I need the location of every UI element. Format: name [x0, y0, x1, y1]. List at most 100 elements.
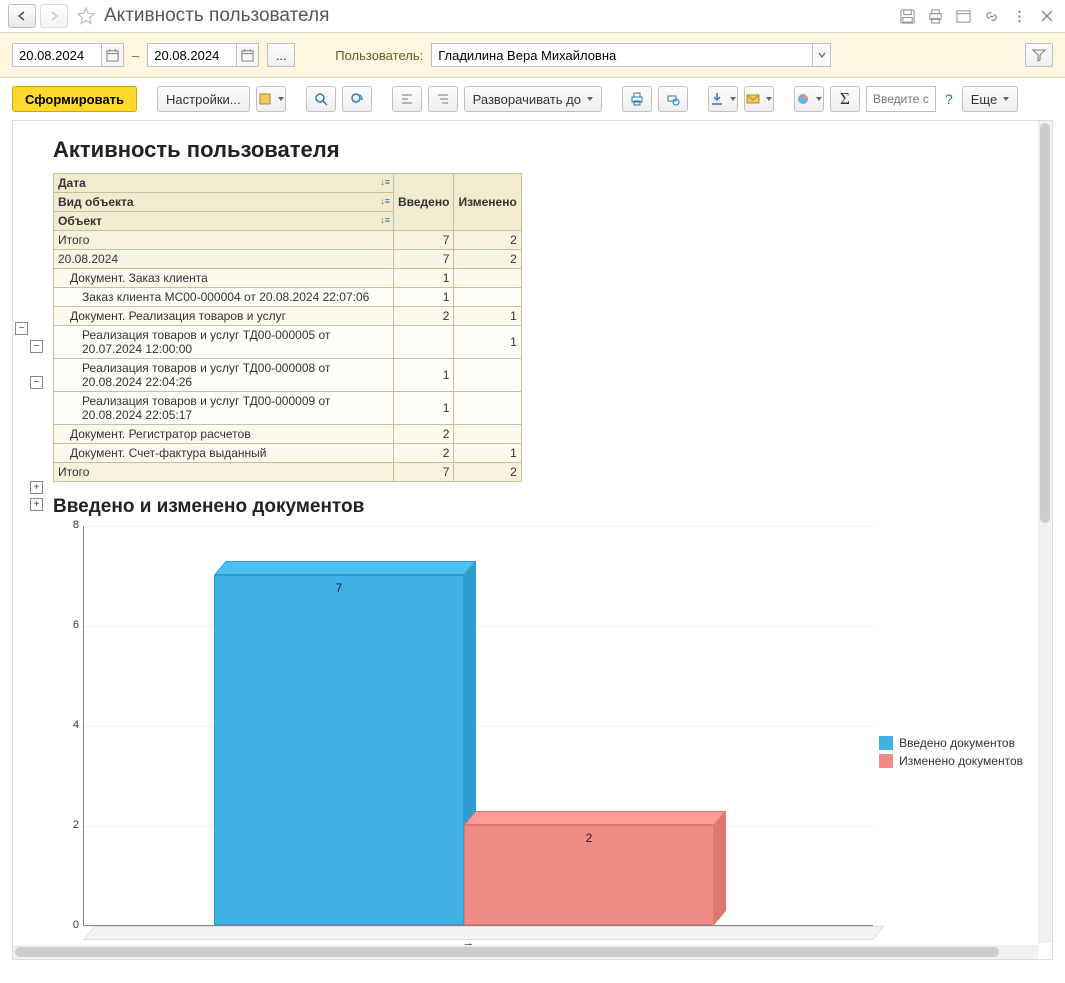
sort-icon: ↓≡ — [380, 196, 390, 206]
print-search-icon — [666, 92, 680, 106]
vertical-scrollbar[interactable] — [1038, 121, 1052, 943]
box-icon — [258, 92, 272, 106]
sort-icon: ↓≡ — [380, 215, 390, 225]
print-preview-button[interactable] — [658, 86, 688, 112]
find-next-button[interactable] — [342, 86, 372, 112]
date-to-input[interactable] — [148, 44, 236, 66]
send-mail-button[interactable] — [744, 86, 774, 112]
close-icon[interactable] — [1037, 6, 1057, 26]
link-icon[interactable] — [981, 6, 1001, 26]
item-row[interactable]: Реализация товаров и услуг ТД00-000005 о… — [54, 326, 522, 359]
calendar-icon[interactable] — [101, 44, 123, 66]
expand-button[interactable] — [428, 86, 458, 112]
period-picker-button[interactable]: ... — [267, 43, 295, 67]
favorite-star-icon[interactable] — [76, 6, 96, 26]
date-from-input[interactable] — [13, 44, 101, 66]
group-row[interactable]: Документ. Счет-фактура выданный21 — [54, 444, 522, 463]
y-tick-label: 8 — [64, 519, 79, 531]
more-vert-icon[interactable] — [1009, 6, 1029, 26]
y-tick-label: 0 — [64, 919, 79, 931]
print-icon[interactable] — [925, 6, 945, 26]
report-title: Активность пользователя — [53, 137, 1042, 163]
total-row-top[interactable]: Итого 7 2 — [54, 231, 522, 250]
chart-bar: 7 — [214, 575, 464, 925]
date-row[interactable]: 20.08.2024 7 2 — [54, 250, 522, 269]
item-row[interactable]: Реализация товаров и услуг ТД00-000009 о… — [54, 392, 522, 425]
search-redo-icon — [350, 92, 364, 106]
col-changed[interactable]: Изменено — [454, 174, 521, 231]
tree-toggle-root[interactable]: − — [15, 322, 28, 335]
expand-icon — [436, 92, 450, 106]
chart-floor — [83, 926, 885, 940]
window-icon[interactable] — [953, 6, 973, 26]
col-object-type[interactable]: Вид объекта↓≡ — [54, 193, 394, 212]
toolbar-search-input[interactable] — [866, 86, 936, 112]
print-icon — [630, 92, 644, 106]
legend-item: Изменено документов — [879, 754, 1023, 768]
col-object[interactable]: Объект↓≡ — [54, 212, 394, 231]
date-from-field[interactable] — [12, 43, 124, 67]
date-to-field[interactable] — [147, 43, 259, 67]
settings-button[interactable]: Настройки... — [157, 86, 250, 112]
collapse-icon — [400, 92, 414, 106]
more-button[interactable]: Еще — [962, 86, 1018, 112]
help-button[interactable]: ? — [942, 91, 956, 107]
pie-icon — [796, 92, 810, 106]
col-date[interactable]: Дата↓≡ — [54, 174, 394, 193]
sum-button[interactable]: Σ — [830, 86, 860, 112]
scroll-thumb[interactable] — [1040, 123, 1050, 523]
arrow-left-icon — [17, 11, 27, 21]
sort-icon: ↓≡ — [380, 177, 390, 187]
arrow-right-icon — [49, 11, 59, 21]
toolbar: Сформировать Настройки... Разворачивать … — [0, 78, 1065, 120]
report-area: Активность пользователя − − − + + Дата↓≡… — [12, 120, 1053, 960]
search-icon — [314, 92, 328, 106]
save-as-button[interactable] — [708, 86, 738, 112]
item-row[interactable]: Реализация товаров и услуг ТД00-000008 о… — [54, 359, 522, 392]
chart: 02468 7 2 Введено документовИзменено док… — [53, 526, 1013, 960]
calendar-icon[interactable] — [236, 44, 258, 66]
tree-toggle-group1[interactable]: − — [30, 340, 43, 353]
tree-toggle-group2[interactable]: − — [30, 376, 43, 389]
download-icon — [710, 92, 724, 106]
scroll-thumb[interactable] — [15, 947, 999, 957]
report-table: Дата↓≡ Введено Изменено Вид объекта↓≡ Об… — [53, 173, 522, 482]
y-tick-label: 6 — [64, 619, 79, 631]
mail-icon — [746, 92, 760, 106]
legend-item: Введено документов — [879, 736, 1023, 750]
filter-panel: – ... Пользователь: — [0, 32, 1065, 78]
collapse-button[interactable] — [392, 86, 422, 112]
chart-bar: 2 — [464, 825, 714, 925]
chart-type-button[interactable] — [794, 86, 824, 112]
col-entered[interactable]: Введено — [394, 174, 454, 231]
find-button[interactable] — [306, 86, 336, 112]
group-row[interactable]: Документ. Регистратор расчетов2 — [54, 425, 522, 444]
user-input[interactable] — [432, 44, 812, 66]
print-button[interactable] — [622, 86, 652, 112]
item-row[interactable]: Заказ клиента МС00-000004 от 20.08.2024 … — [54, 288, 522, 307]
tree-toggle-group3[interactable]: + — [30, 481, 43, 494]
sigma-icon: Σ — [840, 89, 850, 109]
tree-toggle-group4[interactable]: + — [30, 498, 43, 511]
dropdown-icon[interactable] — [812, 44, 830, 66]
expand-to-button[interactable]: Разворачивать до — [464, 86, 602, 112]
generate-button[interactable]: Сформировать — [12, 86, 137, 112]
horizontal-scrollbar[interactable] — [13, 945, 1038, 959]
save-icon[interactable] — [897, 6, 917, 26]
group-row[interactable]: Документ. Заказ клиента1 — [54, 269, 522, 288]
date-range-dash: – — [132, 48, 139, 63]
filter-settings-button[interactable] — [1025, 43, 1053, 67]
chart-legend: Введено документов Изменено документов — [879, 736, 1023, 772]
y-tick-label: 4 — [64, 719, 79, 731]
legend-swatch — [879, 754, 893, 768]
total-row-bottom[interactable]: Итого 7 2 — [54, 463, 522, 482]
y-tick-label: 2 — [64, 819, 79, 831]
nav-back-button[interactable] — [8, 4, 36, 28]
user-select[interactable] — [431, 43, 831, 67]
titlebar: Активность пользователя — [0, 0, 1065, 32]
group-row[interactable]: Документ. Реализация товаров и услуг21 — [54, 307, 522, 326]
legend-swatch — [879, 736, 893, 750]
variants-button[interactable] — [256, 86, 286, 112]
nav-forward-button[interactable] — [40, 4, 68, 28]
page-title: Активность пользователя — [104, 5, 893, 27]
